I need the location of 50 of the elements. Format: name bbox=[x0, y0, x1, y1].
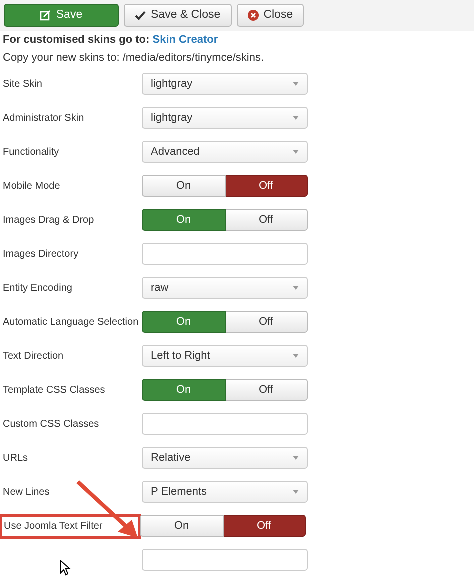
on-button[interactable]: On bbox=[142, 209, 226, 231]
note-text: Copy your new skins to: /media/editors/tinymce/skins. bbox=[3, 52, 264, 64]
caret-icon bbox=[293, 116, 299, 120]
on-button[interactable]: On bbox=[142, 379, 226, 401]
field-label: Mobile Mode bbox=[3, 180, 60, 192]
caret-icon bbox=[293, 456, 299, 460]
off-button[interactable]: Off bbox=[226, 175, 308, 197]
off-button[interactable]: Off bbox=[224, 515, 306, 537]
on-button[interactable]: On bbox=[142, 175, 226, 197]
caret-icon bbox=[293, 286, 299, 290]
check-icon bbox=[135, 10, 146, 20]
field-label: Custom CSS Classes bbox=[3, 418, 100, 430]
on-button[interactable]: On bbox=[140, 515, 224, 537]
input-field[interactable] bbox=[142, 243, 308, 265]
field-label: Automatic Language Selection bbox=[3, 316, 139, 328]
close-icon bbox=[248, 10, 259, 21]
skin-creator-link[interactable]: Skin Creator bbox=[152, 34, 218, 46]
field-label: Site Skin bbox=[3, 78, 42, 90]
field-label: Entity Encoding bbox=[3, 282, 72, 294]
field-label: Text Direction bbox=[3, 350, 64, 362]
caret-icon bbox=[293, 150, 299, 154]
select-field[interactable]: Advanced bbox=[142, 141, 308, 163]
field-label: New Lines bbox=[3, 486, 50, 498]
field-label: Administrator Skin bbox=[3, 112, 84, 124]
field-label: Images Drag & Drop bbox=[3, 214, 94, 226]
select-field[interactable]: Left to Right bbox=[142, 345, 308, 367]
save-close-button[interactable]: Save & Close bbox=[124, 4, 232, 27]
off-button[interactable]: Off bbox=[226, 209, 308, 231]
field-label: Template CSS Classes bbox=[3, 384, 106, 396]
input-field[interactable] bbox=[142, 413, 308, 435]
caret-icon bbox=[293, 82, 299, 86]
save-button[interactable]: Save bbox=[4, 4, 119, 27]
off-button[interactable]: Off bbox=[226, 379, 308, 401]
select-field[interactable]: P Elements bbox=[142, 481, 308, 503]
edit-icon bbox=[40, 10, 52, 21]
select-field[interactable]: raw bbox=[142, 277, 308, 299]
close-button[interactable]: Close bbox=[236, 4, 304, 27]
select-field[interactable]: lightgray bbox=[142, 73, 308, 95]
caret-icon bbox=[293, 354, 299, 358]
input-field[interactable] bbox=[142, 549, 308, 571]
select-field[interactable]: lightgray bbox=[142, 107, 308, 129]
select-field[interactable]: Relative bbox=[142, 447, 308, 469]
field-label: Functionality bbox=[3, 146, 60, 158]
cursor-icon bbox=[60, 560, 71, 576]
intro-text: For customised skins go to: Skin Creator bbox=[2, 33, 220, 47]
field-label: URLs bbox=[3, 452, 28, 464]
caret-icon bbox=[293, 490, 299, 494]
off-button[interactable]: Off bbox=[226, 311, 308, 333]
on-button[interactable]: On bbox=[142, 311, 226, 333]
field-label: Images Directory bbox=[3, 248, 79, 260]
